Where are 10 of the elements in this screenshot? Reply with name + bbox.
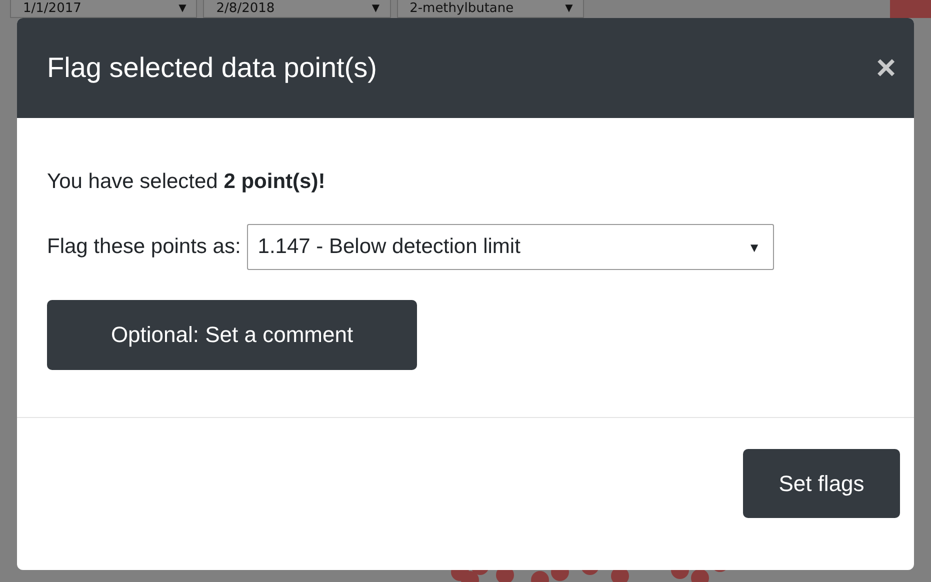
flag-select[interactable]: 1.147 - Below detection limit ▼: [246, 224, 774, 270]
flag-label: Flag these points as:: [47, 235, 241, 259]
set-flags-button[interactable]: Set flags: [743, 449, 900, 518]
filter-select[interactable]: 2-methylbutane ▼: [396, 0, 584, 18]
filter-select[interactable]: 2/8/2018 ▼: [203, 0, 391, 18]
filter-select[interactable]: 1/1/2017 ▼: [10, 0, 198, 18]
close-button[interactable]: ×: [876, 48, 896, 88]
modal-title: Flag selected data point(s): [47, 52, 377, 84]
comment-button[interactable]: Optional: Set a comment: [47, 300, 417, 370]
selection-message: You have selected 2 point(s)!: [47, 170, 326, 194]
